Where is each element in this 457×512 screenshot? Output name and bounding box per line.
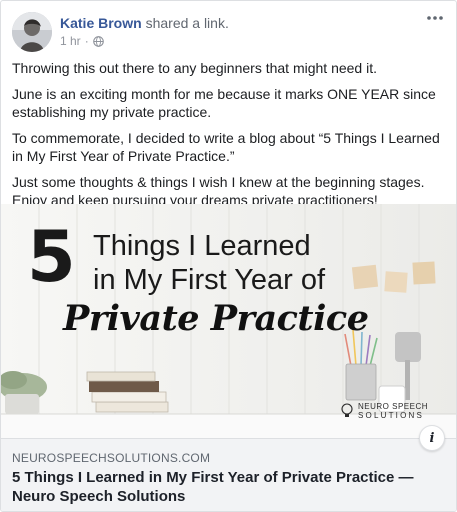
timestamp-link[interactable]: 1 hr — [60, 33, 81, 49]
link-preview-image[interactable]: 5 Things I Learned in My First Year of P… — [1, 204, 456, 438]
post-meta: 1 hr · — [60, 33, 104, 49]
image-brand-line2: SOLUTIONS — [358, 411, 425, 420]
image-heading-script: Private Practice — [63, 298, 369, 339]
link-preview-caption[interactable]: i NEUROSPEECHSOLUTIONS.COM 5 Things I Le… — [1, 425, 456, 511]
post-paragraph: Throwing this out there to any beginners… — [12, 60, 377, 76]
post-paragraph: June is an exciting month for me because… — [12, 86, 436, 120]
link-preview[interactable]: 5 Things I Learned in My First Year of P… — [1, 204, 456, 511]
image-brand-line1: NEURO SPEECH — [358, 402, 429, 411]
globe-icon[interactable] — [92, 35, 104, 47]
link-title[interactable]: 5 Things I Learned in My First Year of P… — [12, 468, 448, 506]
image-brand-logo: NEURO SPEECH SOLUTIONS — [353, 402, 428, 420]
image-heading-line2: in My First Year of — [93, 264, 326, 296]
post-paragraph: To commemorate, I decided to write a blo… — [12, 130, 440, 164]
image-heading-line1: Things I Learned — [93, 230, 311, 262]
author-name-link[interactable]: Katie Brown — [60, 15, 142, 31]
author-line: Katie Brown shared a link. — [60, 14, 229, 32]
meta-separator: · — [84, 34, 89, 48]
link-domain: NEUROSPEECHSOLUTIONS.COM — [12, 451, 211, 465]
post-card: Katie Brown shared a link. 1 hr · Throwi… — [0, 0, 457, 512]
image-heading-number: 5 — [27, 216, 76, 298]
post-message: Throwing this out there to any beginners… — [12, 59, 448, 217]
author-avatar[interactable] — [12, 12, 52, 52]
ellipsis-icon[interactable] — [424, 9, 446, 27]
author-action-text: shared a link. — [145, 15, 229, 31]
info-icon[interactable]: i — [419, 425, 445, 451]
